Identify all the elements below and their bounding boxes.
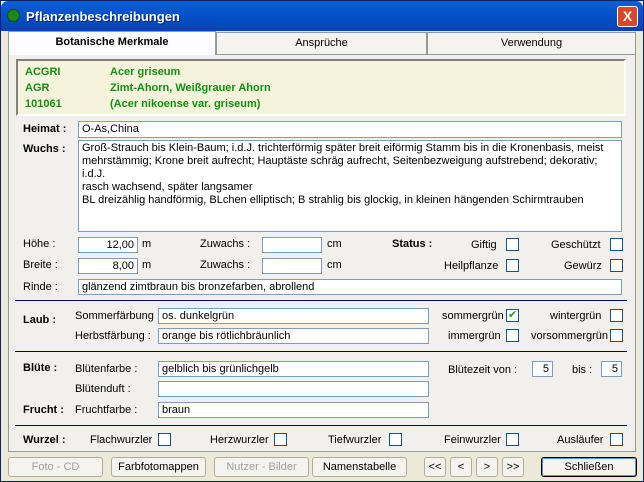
geschuetzt-label: Geschützt — [551, 239, 601, 251]
app-leaf-icon — [7, 9, 20, 22]
zuwachs-label: Zuwachs : — [200, 259, 251, 271]
wuchs-line: mehrstämmig; Krone breit aufrecht; Haupt… — [82, 155, 598, 180]
bluete-label: Blüte : — [23, 362, 58, 374]
schliessen-button[interactable]: Schließen — [541, 457, 637, 477]
hoehe-label: Höhe : — [23, 238, 56, 250]
giftig-checkbox[interactable] — [506, 238, 519, 251]
breite-unit: m — [142, 259, 152, 271]
separator — [15, 425, 627, 426]
tiefwurzler-label: Tiefwurzler — [328, 434, 382, 446]
wuchs-line: rasch wachsend, später langsamer — [82, 181, 253, 193]
geschuetzt-checkbox[interactable] — [610, 238, 623, 251]
namenstabelle-button[interactable]: Namenstabelle — [312, 457, 407, 477]
auslaeufer-checkbox[interactable] — [610, 433, 623, 446]
foto-cd-button[interactable]: Foto - CD — [8, 457, 103, 477]
plant-name: (Acer nikoense var. griseum) — [110, 98, 261, 110]
heilpflanze-checkbox[interactable] — [506, 259, 519, 272]
gewuerz-label: Gewürz — [564, 260, 602, 272]
bluetenduft-field[interactable] — [158, 381, 429, 397]
plant-name-box: ACGRI Acer griseum AGR Zimt-Ahorn, Weißg… — [16, 59, 626, 116]
giftig-label: Giftig — [471, 239, 497, 251]
bluetenfarbe-field[interactable]: gelblich bis grünlichgelb — [158, 361, 429, 377]
sommerfaerbung-field[interactable]: os. dunkelgrün — [158, 308, 429, 324]
wintergruen-label: wintergrün — [550, 310, 602, 322]
plant-name: Zimt-Ahorn, Weißgrauer Ahorn — [110, 82, 271, 94]
bluetenduft-label: Blütenduft : — [75, 383, 131, 395]
zuwachs-field[interactable] — [262, 258, 322, 274]
tab-botanische-merkmale[interactable]: Botanische Merkmale — [8, 31, 216, 55]
breite-field[interactable]: 8,00 — [78, 258, 138, 274]
hoehe-unit: m — [142, 238, 152, 250]
bluetezeit-von-field[interactable]: 5 — [532, 361, 553, 377]
herzwurzler-checkbox[interactable] — [274, 433, 287, 446]
plant-code: AGR — [25, 82, 50, 94]
bis-label: bis : — [572, 364, 593, 376]
flachwurzler-checkbox[interactable] — [158, 433, 171, 446]
immergruen-label: immergrün — [448, 330, 501, 342]
laub-label: Laub : — [23, 314, 56, 326]
sommergruen-checkbox[interactable] — [506, 308, 519, 322]
herbstfaerbung-label: Herbstfärbung : — [75, 330, 151, 342]
auslaeufer-label: Ausläufer — [557, 434, 604, 446]
bluetenfarbe-label: Blütenfarbe : — [75, 363, 138, 375]
flachwurzler-label: Flachwurzler — [90, 434, 153, 446]
feinwurzler-checkbox[interactable] — [506, 433, 519, 446]
separator — [15, 300, 627, 301]
plant-name: Acer griseum — [110, 66, 181, 78]
zuwachs-label: Zuwachs : — [200, 238, 251, 250]
heimat-label: Heimat : — [23, 123, 67, 135]
rinde-field[interactable]: glänzend zimtbraun bis bronzefarben, abr… — [78, 279, 622, 295]
feinwurzler-label: Feinwurzler — [444, 434, 501, 446]
sommerfaerbung-label: Sommerfärbung : — [75, 310, 160, 322]
zuwachs-unit: cm — [327, 259, 342, 271]
gewuerz-checkbox[interactable] — [610, 259, 623, 272]
title-bar: Pflanzenbeschreibungen X — [1, 1, 643, 31]
main-window: Pflanzenbeschreibungen X Botanische Merk… — [0, 0, 644, 482]
herzwurzler-label: Herzwurzler — [210, 434, 269, 446]
bluetezeit-bis-field[interactable]: 5 — [601, 361, 622, 377]
last-record-button[interactable]: >> — [502, 457, 524, 477]
farbfotomappen-button[interactable]: Farbfotomappen — [111, 457, 206, 477]
tiefwurzler-checkbox[interactable] — [389, 433, 402, 446]
rinde-label: Rinde : — [23, 281, 58, 293]
frucht-label: Frucht : — [23, 404, 64, 416]
plant-code: 101061 — [25, 98, 62, 110]
heilpflanze-label: Heilpflanze — [444, 260, 499, 272]
tab-verwendung[interactable]: Verwendung — [427, 32, 636, 54]
status-label: Status : — [392, 238, 433, 250]
vorsommergruen-label: vorsommergrün — [531, 330, 609, 342]
first-record-button[interactable]: << — [424, 457, 446, 477]
fruchtfarbe-label: Fruchtfarbe : — [75, 404, 138, 416]
fruchtfarbe-field[interactable]: braun — [158, 402, 429, 418]
wuchs-line: BL dreizählig handförmig, BLchen ellipti… — [82, 194, 584, 206]
prev-record-button[interactable]: < — [450, 457, 472, 477]
herbstfaerbung-field[interactable]: orange bis rötlichbräunlich — [158, 328, 429, 344]
wuchs-line: Groß-Strauch bis Klein-Baum; i.d.J. tric… — [82, 142, 604, 154]
sommergruen-label: sommergrün — [442, 310, 504, 322]
zuwachs-field[interactable] — [262, 237, 322, 253]
heimat-field[interactable]: O-As,China — [78, 121, 622, 138]
bluetezeit-label: Blütezeit von : — [448, 364, 518, 376]
close-button[interactable]: X — [617, 6, 638, 27]
vorsommergruen-checkbox[interactable] — [610, 329, 623, 342]
hoehe-field[interactable]: 12,00 — [78, 237, 138, 253]
wuchs-label: Wuchs : — [23, 143, 66, 155]
wintergruen-checkbox[interactable] — [610, 309, 623, 322]
plant-code: ACGRI — [25, 66, 61, 78]
breite-label: Breite : — [23, 259, 58, 271]
next-record-button[interactable]: > — [476, 457, 498, 477]
nutzer-bilder-button[interactable]: Nutzer - Bilder — [214, 457, 309, 477]
immergruen-checkbox[interactable] — [506, 329, 519, 342]
wuchs-textarea[interactable]: Groß-Strauch bis Klein-Baum; i.d.J. tric… — [78, 140, 622, 232]
tab-ansprueche[interactable]: Ansprüche — [216, 32, 427, 54]
separator — [15, 351, 627, 352]
window-title: Pflanzenbeschreibungen — [26, 9, 180, 24]
wurzel-label: Wurzel : — [23, 434, 66, 446]
zuwachs-unit: cm — [327, 238, 342, 250]
